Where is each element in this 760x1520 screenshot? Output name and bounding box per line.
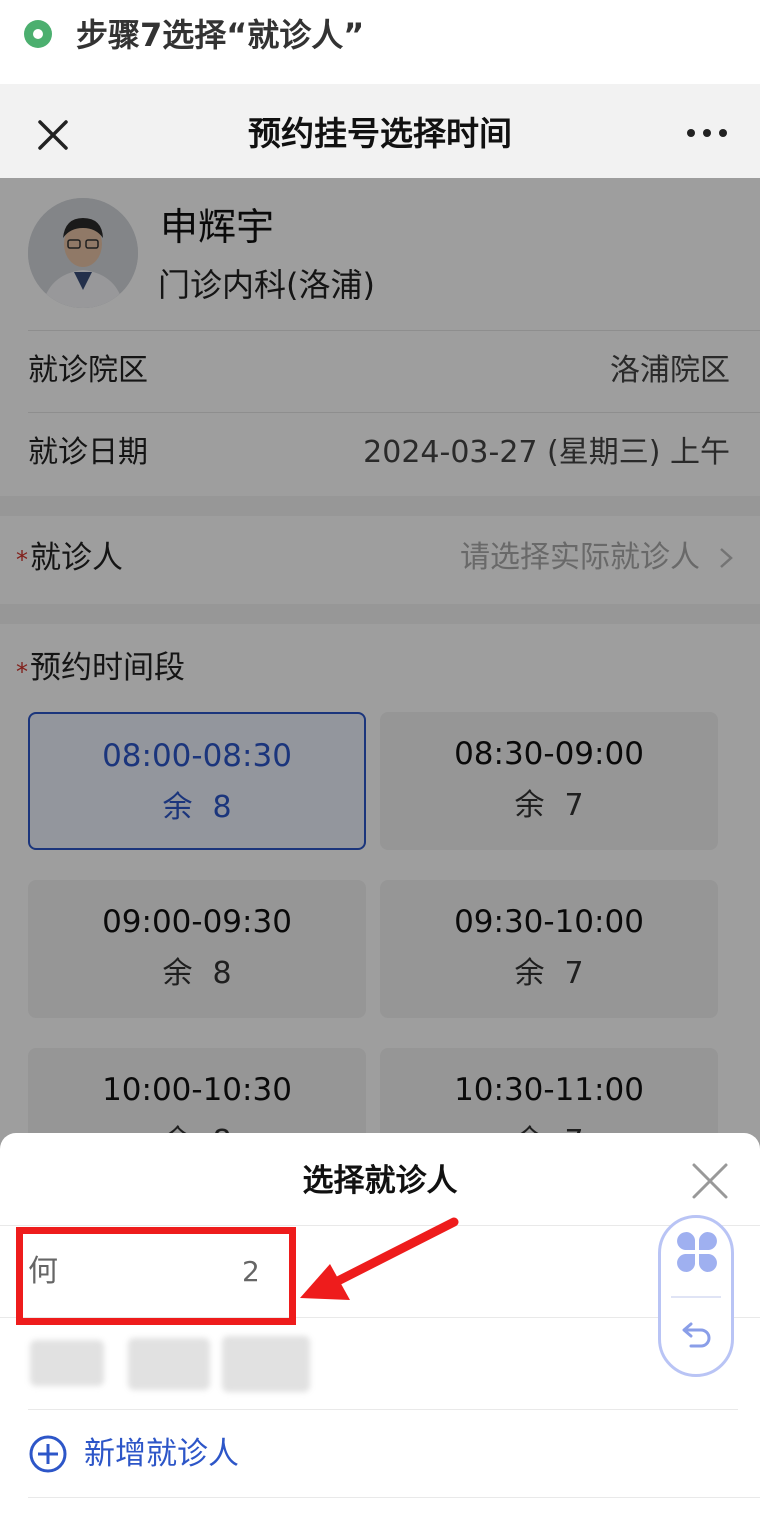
sheet-title: 选择就诊人 (302, 1163, 458, 1199)
apps-icon[interactable] (677, 1232, 717, 1272)
undo-icon[interactable] (679, 1316, 715, 1352)
patient-picker-sheet: 选择就诊人 何 2 新增就诊人 (0, 1133, 760, 1520)
step-header: 步骤7选择“就诊人” (0, 0, 760, 84)
annotation-arrow-icon (300, 1217, 459, 1300)
add-patient-label: 新增就诊人 (84, 1436, 239, 1472)
redacted-text (30, 1340, 104, 1386)
annotation-highlight-box (16, 1227, 296, 1325)
close-icon[interactable] (690, 1161, 730, 1201)
page-title: 预约挂号选择时间 (248, 114, 512, 153)
patient-option-redacted[interactable] (0, 1317, 760, 1409)
add-patient-button[interactable]: 新增就诊人 (28, 1409, 738, 1501)
redacted-text (222, 1336, 310, 1392)
step-title: 步骤7选择“就诊人” (76, 16, 365, 54)
add-circle-icon (29, 1435, 67, 1473)
divider (671, 1296, 721, 1298)
nav-bar: 预约挂号选择时间 (0, 84, 760, 178)
more-icon[interactable] (684, 118, 730, 148)
redacted-text (128, 1338, 210, 1390)
step-dot-icon (24, 20, 52, 48)
floating-assistant[interactable] (658, 1215, 734, 1377)
divider (28, 1497, 760, 1498)
